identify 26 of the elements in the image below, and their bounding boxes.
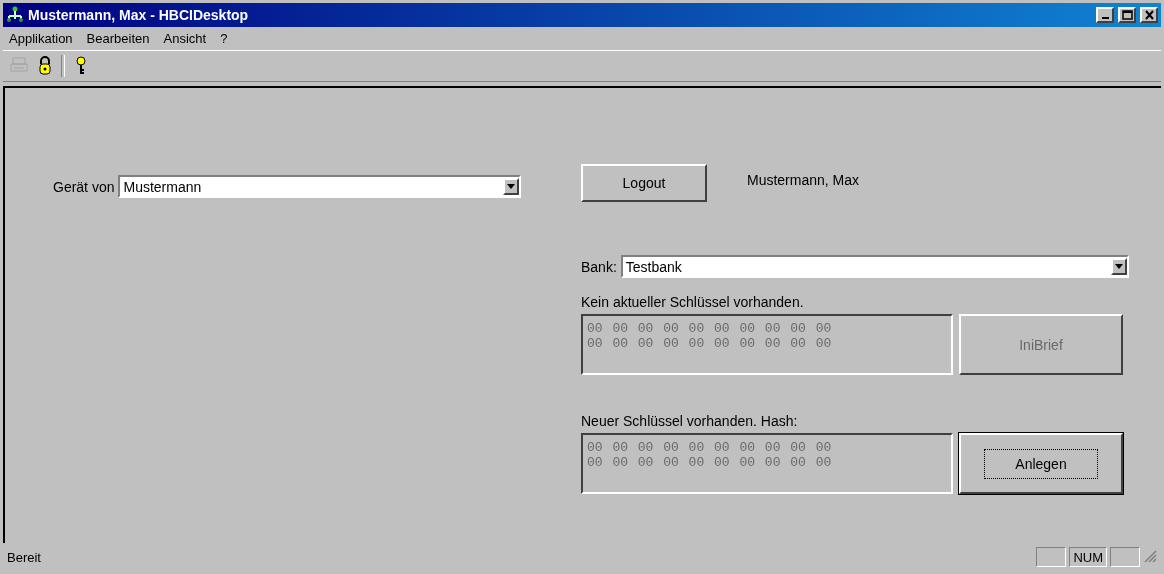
user-name-text: Mustermann, Max [747,172,860,188]
section-caption: Kein aktueller Schlüssel vorhanden. [581,294,805,310]
menu-item[interactable]: Ansicht [163,31,207,46]
menu-item[interactable]: Bearbeiten [86,31,150,46]
close-icon [1143,10,1155,20]
window-title: Mustermann, Max - HBCIDesktop [28,7,250,23]
field-label: Bank: [581,258,617,275]
minimize-icon [1101,17,1109,19]
combo-box[interactable]: Mustermann [118,175,521,198]
status-indicator [1110,547,1140,567]
close-button[interactable] [1140,7,1158,23]
maximize-button[interactable] [1118,7,1136,23]
push-button[interactable]: Logout [581,164,707,202]
status-indicator [1036,547,1067,567]
app-icon [6,5,24,25]
hash-display-field: 00 00 00 00 00 00 00 00 00 00 00 00 00 00 00 00 00 00 00 00 [581,433,953,494]
status-indicator: NUM [1069,547,1107,567]
hash-display-field: 00 00 00 00 00 00 00 00 00 00 00 00 00 00 00 00 00 00 00 00 [581,314,953,375]
maximize-icon [1121,10,1133,20]
minimize-button[interactable] [1096,7,1114,23]
combo-box[interactable]: Testbank [620,255,1129,278]
section-caption: Neuer Schlüssel vorhanden. Hash: [581,413,799,429]
menu-item[interactable]: ? [220,31,228,46]
field-label: Gerät von [53,178,115,195]
status-text: Bereit [7,549,42,565]
menu-item[interactable]: Applikation [9,31,73,46]
